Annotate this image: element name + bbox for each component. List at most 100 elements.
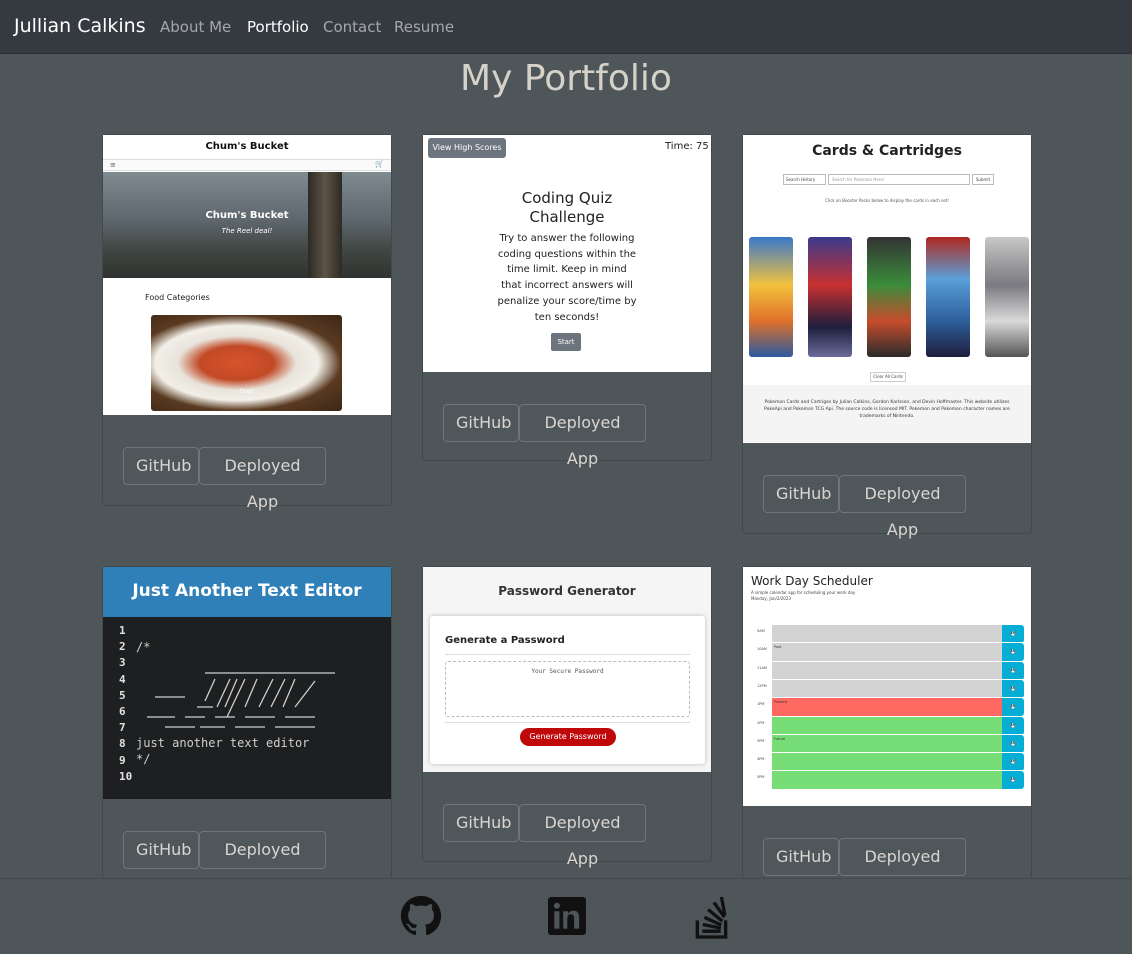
crab-image: Crab — [151, 315, 342, 411]
time-block-row: 9AM 💾 — [751, 624, 1024, 643]
preview-footer-text: Pokemon Cards and Cartriges by Julian Ca… — [764, 400, 1010, 419]
save-icon: 💾 — [1002, 698, 1024, 717]
hour-label: 2PM — [751, 716, 771, 735]
preview-heading: Password Generator — [498, 584, 636, 598]
booster-pack-image — [808, 237, 852, 357]
generator-subheading: Generate a Password — [445, 635, 565, 646]
linkedin-icon[interactable] — [548, 897, 586, 935]
project-card-chums-bucket: Chum's Bucket ≡ 🛒 Chum's Bucket The Reel… — [102, 134, 392, 511]
page-title: My Portfolio — [460, 58, 672, 99]
quiz-timer: Time: 75 — [665, 141, 709, 152]
project-screenshot[interactable]: Chum's Bucket ≡ 🛒 Chum's Bucket The Reel… — [103, 135, 391, 415]
event-textarea — [772, 679, 1002, 698]
password-textarea: Your Secure Password — [445, 661, 690, 717]
project-screenshot[interactable]: Cards & Cartridges Search History Search… — [743, 135, 1031, 443]
project-screenshot[interactable]: Just Another Text Editor 1 2 3 4 5 6 7 8… — [103, 567, 391, 799]
time-block-row: 10AM Past 💾 — [751, 642, 1024, 662]
deployed-app-button[interactable]: Deployed App — [519, 804, 646, 868]
image-caption: Crab — [239, 388, 254, 395]
lighthouse-image — [308, 172, 342, 278]
deployed-app-button[interactable]: Deployed App — [519, 404, 646, 468]
github-button[interactable]: GitHub — [763, 475, 839, 513]
navbar: Jullian Calkins About Me Portfolio Conta… — [0, 0, 1132, 54]
github-button[interactable]: GitHub — [443, 404, 519, 442]
nav-link-about[interactable]: About Me — [160, 18, 231, 36]
nav-link-resume[interactable]: Resume — [394, 18, 454, 36]
hour-label: 1PM — [751, 698, 771, 717]
hour-label: 10AM — [751, 643, 771, 662]
event-textarea — [772, 716, 1002, 735]
quiz-heading: Coding Quiz Challenge — [521, 189, 613, 226]
event-textarea — [772, 625, 1002, 643]
deployed-app-button[interactable]: Deployed App — [199, 831, 326, 895]
event-textarea — [772, 771, 1002, 790]
event-textarea: Future — [772, 734, 1002, 753]
project-card-cards-and-cartridges: Cards & Cartridges Search History Search… — [742, 134, 1032, 539]
project-screenshot[interactable]: View High Scores Time: 75 Coding Quiz Ch… — [423, 135, 711, 372]
github-icon[interactable] — [400, 895, 442, 937]
project-card-jate: Just Another Text Editor 1 2 3 4 5 6 7 8… — [102, 566, 392, 895]
deployed-app-button[interactable]: Deployed App — [839, 475, 966, 539]
generator-card: Generate a Password Your Secure Password… — [430, 616, 705, 764]
footer — [0, 878, 1132, 954]
scheduler-subtitle: A simple calendar app for scheduling you… — [751, 590, 855, 602]
booster-pack-image — [926, 237, 970, 357]
preview-title: Chum's Bucket — [205, 141, 289, 152]
github-button[interactable]: GitHub — [763, 838, 839, 876]
hour-label: 12PM — [751, 679, 771, 698]
time-block-row: 12PM 💾 — [751, 678, 1024, 698]
time-block-row: 4PM 💾 — [751, 752, 1024, 772]
project-screenshot[interactable]: Work Day Scheduler A simple calendar app… — [743, 567, 1031, 806]
booster-pack-image — [985, 237, 1029, 357]
event-textarea: Present — [772, 698, 1002, 717]
save-icon: 💾 — [1002, 643, 1024, 662]
preview-heading: Cards & Cartridges — [812, 143, 962, 159]
divider — [445, 654, 690, 655]
divider — [445, 722, 690, 723]
deployed-app-button[interactable]: Deployed App — [839, 838, 966, 902]
search-history-select: Search History — [783, 174, 826, 185]
clear-cards-button: Clear All Cards — [870, 372, 906, 382]
pokemon-search-input: Search for Pokemon Here! — [828, 174, 970, 185]
event-textarea — [772, 661, 1002, 680]
hour-label: 3PM — [751, 734, 771, 753]
save-icon: 💾 — [1002, 661, 1024, 680]
github-button[interactable]: GitHub — [443, 804, 519, 842]
preview-navbar: ≡ 🛒 — [103, 159, 391, 171]
scheduler-heading: Work Day Scheduler — [751, 574, 873, 588]
code-comment-close: just another text editor */ — [136, 736, 310, 767]
deployed-app-button[interactable]: Deployed App — [199, 447, 326, 511]
preview-hero: Chum's Bucket The Reel deal! — [103, 172, 391, 278]
nav-link-portfolio[interactable]: Portfolio — [247, 18, 309, 36]
time-block-row: 5PM 💾 — [751, 770, 1024, 790]
stackoverflow-icon[interactable] — [694, 893, 734, 941]
hero-title: Chum's Bucket — [205, 210, 289, 221]
generate-password-button: Generate Password — [520, 728, 616, 746]
save-icon: 💾 — [1002, 716, 1024, 735]
view-high-scores-button: View High Scores — [428, 138, 506, 158]
time-block-row: 11AM 💾 — [751, 660, 1024, 680]
line-numbers: 1 2 3 4 5 6 7 8 9 10 — [119, 624, 133, 783]
project-card-password-generator: Password Generator Generate a Password Y… — [422, 566, 712, 868]
preview-footer: Pokemon Cards and Cartriges by Julian Ca… — [743, 385, 1031, 442]
github-button[interactable]: GitHub — [123, 447, 199, 485]
github-button[interactable]: GitHub — [123, 831, 199, 869]
save-icon: 💾 — [1002, 625, 1024, 643]
menu-icon: ≡ — [110, 161, 116, 169]
time-block-row: 2PM 💾 — [751, 715, 1024, 735]
hour-label: 4PM — [751, 753, 771, 772]
event-textarea: Past — [772, 643, 1002, 662]
nav-link-contact[interactable]: Contact — [323, 18, 381, 36]
editor-body: 1 2 3 4 5 6 7 8 9 10 /* just another tex… — [103, 617, 391, 799]
hero-tagline: The Reel deal! — [221, 227, 273, 235]
submit-button: Submit — [972, 174, 994, 185]
project-card-coding-quiz: View High Scores Time: 75 Coding Quiz Ch… — [422, 134, 712, 468]
brand-link[interactable]: Jullian Calkins — [14, 15, 146, 37]
section-label: Food Categories — [145, 293, 210, 302]
save-icon: 💾 — [1002, 753, 1024, 772]
save-icon: 💾 — [1002, 679, 1024, 698]
editor-header: Just Another Text Editor — [103, 567, 391, 617]
project-screenshot[interactable]: Password Generator Generate a Password Y… — [423, 567, 711, 772]
hour-label: 9AM — [751, 625, 771, 643]
start-button: Start — [551, 333, 581, 351]
